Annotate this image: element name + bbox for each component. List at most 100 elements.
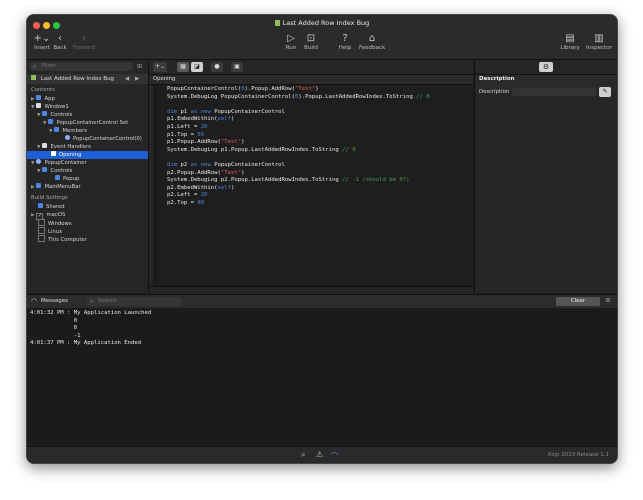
help-button[interactable]: ? Help	[337, 33, 353, 51]
layout-view-button[interactable]: ▦	[177, 62, 189, 72]
insert-button[interactable]: +⌄ Insert	[31, 33, 53, 51]
code-view-button[interactable]: ◪	[191, 62, 203, 72]
clear-button[interactable]: Clear	[556, 297, 600, 306]
messages-panel[interactable]: 4:01:32 PM : My Application Launched 0 0…	[27, 308, 617, 445]
code-token: p1	[177, 108, 191, 115]
disclosure-down-icon[interactable]: ▼	[49, 129, 52, 134]
code-line[interactable]: System.DebugLog PopupContainerControl(0)…	[167, 94, 430, 102]
messages-icon[interactable]: ◠	[331, 450, 338, 459]
build-item-this-computer[interactable]: This Computer	[38, 235, 87, 243]
search-icon[interactable]: ⌕	[301, 450, 305, 460]
code-line[interactable]: dim p2 as new PopupContainerControl	[167, 162, 430, 170]
disclosure-down-icon[interactable]: ▼	[31, 105, 34, 110]
code-line[interactable]: System.DebugLog p1.Popup.LastAddedRowInd…	[167, 147, 430, 155]
tree-item-main-menu-bar[interactable]: ▶ MainMenuBar	[31, 183, 148, 191]
tree-item-controls[interactable]: ▼ Controls	[37, 111, 148, 119]
library-label: Library	[560, 45, 580, 51]
version-label: Xojo 2023 Release 1.1	[547, 452, 609, 458]
code-line[interactable]: p2.Top = 80	[167, 200, 430, 208]
warning-icon[interactable]: ⚠	[316, 450, 323, 459]
code-lines[interactable]: PopupContainerControl(0).Popup.AddRow("T…	[167, 86, 430, 208]
build-icon: ⊡	[306, 33, 316, 44]
code-token: self	[217, 184, 232, 191]
add-item-button[interactable]: +⌄	[153, 62, 167, 72]
build-settings-header: Build Settings	[31, 195, 68, 201]
inspector-label: Inspector	[586, 45, 612, 51]
code-token: // 0	[342, 146, 356, 153]
tree-item-app[interactable]: ▶ App	[31, 95, 148, 103]
tree-item-popup[interactable]: Popup	[55, 175, 148, 183]
message-line: 4:01:32 PM : My Application Launched	[30, 310, 152, 316]
project-name: Last Added Row Index Bug	[40, 76, 115, 82]
tree-item-event-handlers[interactable]: ▼ Event Handlers	[37, 143, 148, 151]
code-token: )	[231, 116, 235, 123]
code-line[interactable]	[167, 154, 430, 162]
build-item-linux[interactable]: Linux	[38, 227, 62, 235]
tree-item-control-set[interactable]: ▼ PopupContainerControl Set	[43, 119, 148, 127]
run-button[interactable]: ▷ Run	[283, 33, 299, 51]
tree-item-popup-container[interactable]: ▼ PopupContainer	[31, 159, 148, 167]
inspector-button[interactable]: ▥ Inspector	[585, 33, 613, 51]
build-item-shared[interactable]: Shared	[31, 203, 65, 211]
code-line[interactable]: p2.Left = 20	[167, 192, 430, 200]
back-button[interactable]: ‹ Back	[51, 33, 69, 51]
code-line[interactable]: p1.Left = 20	[167, 124, 430, 132]
disclosure-down-icon[interactable]: ▼	[31, 161, 34, 166]
code-line[interactable]: System.DebugLog p2.Popup.LastAddedRowInd…	[167, 177, 430, 185]
feedback-button[interactable]: ⌂ Feedback	[359, 33, 385, 51]
build-button[interactable]: ⊡ Build	[302, 33, 320, 51]
tree-item-opening[interactable]: Opening	[27, 151, 148, 159]
disclosure-right-icon[interactable]: ▶	[31, 185, 34, 190]
code-token: p2.EmbedWithin(	[167, 184, 218, 191]
project-forward-icon[interactable]: ▶	[135, 74, 139, 84]
comment-button[interactable]: ●	[211, 62, 223, 72]
project-file-icon	[274, 20, 280, 26]
code-line[interactable]: p2.EmbedWithin(self)	[167, 185, 430, 193]
code-line[interactable]: p1.Top = 50	[167, 132, 430, 140]
chevron-right-icon: ›	[82, 33, 86, 44]
menubar-icon	[36, 183, 42, 188]
tree-label: Controls	[50, 112, 73, 118]
library-button[interactable]: ▤ Library	[559, 33, 581, 51]
disclosure-down-icon[interactable]: ▼	[43, 121, 46, 126]
code-line[interactable]: p1.EmbedWithin(self)	[167, 116, 430, 124]
disclosure-down-icon[interactable]: ▼	[37, 113, 40, 118]
project-back-icon[interactable]: ◀	[125, 74, 129, 84]
menu-icon[interactable]: ≡	[605, 296, 611, 304]
disclosure-right-icon[interactable]: ▶	[31, 97, 34, 102]
tree-item-container-controls[interactable]: ▼ Controls	[37, 167, 148, 175]
disclosure-right-icon[interactable]: ▶	[31, 213, 34, 218]
build-item-macos[interactable]: ▶ ✓ macOS	[31, 211, 65, 220]
checkbox[interactable]	[38, 227, 45, 234]
tree-label: Opening	[59, 152, 82, 158]
method-tab[interactable]: Opening	[149, 75, 473, 85]
code-line[interactable]	[167, 101, 430, 109]
code-token: )	[231, 184, 235, 191]
tree-item-popup-container-control-0[interactable]: PopupContainerControl(0)	[65, 135, 148, 143]
tree-item-window1[interactable]: ▼ Window1	[31, 103, 148, 111]
description-field[interactable]	[512, 88, 596, 96]
pencil-icon[interactable]: ✎	[599, 87, 611, 97]
messages-title: Messages	[41, 298, 68, 304]
project-header[interactable]: Last Added Row Index Bug ◀ ▶	[27, 74, 148, 84]
build-item-windows[interactable]: Windows	[38, 219, 72, 227]
sidebar-options-icon[interactable]: ⊞	[137, 63, 142, 70]
code-line[interactable]: p1.Popup.AddRow("Test")	[167, 139, 430, 147]
code-line[interactable]: p2.Popup.AddRow("Test")	[167, 170, 430, 178]
horizontal-scrollbar[interactable]	[149, 286, 473, 294]
disclosure-down-icon[interactable]: ▼	[37, 145, 40, 150]
messages-search-input[interactable]: ⌕ Search	[87, 297, 182, 306]
gear-icon[interactable]: ⚙	[539, 62, 553, 72]
screenshot-button[interactable]: ▣	[231, 62, 243, 72]
filter-input[interactable]: ⌕ Filter	[30, 62, 133, 71]
checkbox[interactable]	[38, 219, 45, 226]
code-line[interactable]: PopupContainerControl(0).Popup.AddRow("T…	[167, 86, 430, 94]
code-line[interactable]: dim p1 as new PopupContainerControl	[167, 109, 430, 117]
tree-item-members[interactable]: ▼ Members	[49, 127, 148, 135]
code-token: PopupContainerControl(	[167, 86, 242, 92]
disclosure-down-icon[interactable]: ▼	[37, 169, 40, 174]
tree-label: Window1	[44, 104, 69, 110]
checkbox[interactable]	[38, 235, 45, 242]
forward-button[interactable]: › Forward	[71, 33, 97, 51]
code-editor[interactable]: PopupContainerControl(0).Popup.AddRow("T…	[149, 85, 473, 293]
